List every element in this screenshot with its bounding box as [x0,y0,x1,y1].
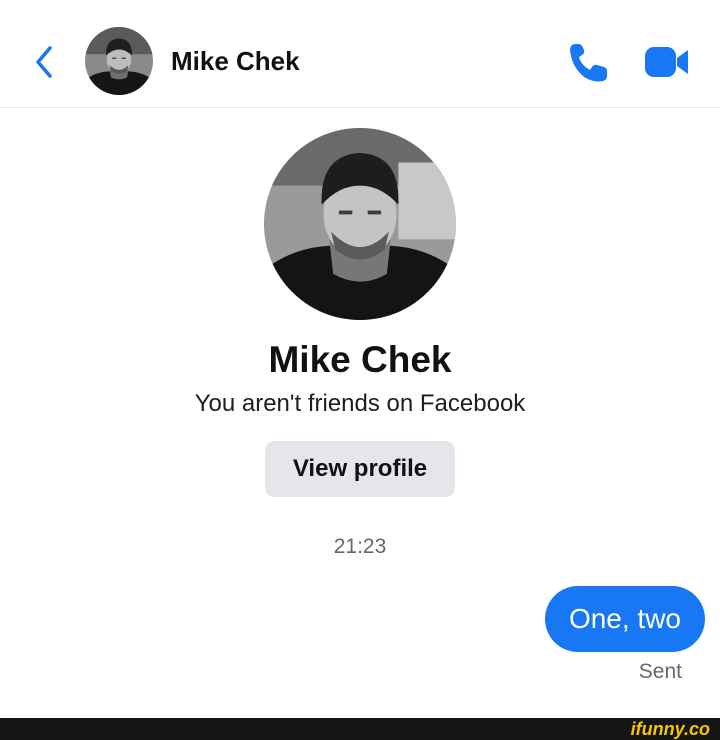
ifunny-watermark-logo: ifunny.co [631,719,710,739]
chat-header: Mike Chek [0,0,720,108]
avatar-photo [85,27,153,95]
profile-picture[interactable] [264,128,456,320]
view-profile-button[interactable]: View profile [265,441,455,497]
avatar[interactable] [85,27,153,95]
video-call-button[interactable] [644,44,690,80]
voice-call-button[interactable] [566,40,610,84]
back-button[interactable] [30,42,58,82]
phone-icon [570,44,607,82]
message-status: Sent [638,660,682,683]
sent-message-bubble[interactable]: One, two [544,586,705,652]
chevron-left-icon [36,46,52,78]
friendship-status: You aren't friends on Facebook [194,390,526,417]
contact-name[interactable]: Mike Chek [171,44,300,78]
profile-name: Mike Chek [268,339,452,380]
message-timestamp: 21:23 [333,535,387,558]
profile-photo [264,128,456,320]
svg-text:ifunny.co: ifunny.co [631,719,710,739]
video-camera-icon [645,47,688,77]
